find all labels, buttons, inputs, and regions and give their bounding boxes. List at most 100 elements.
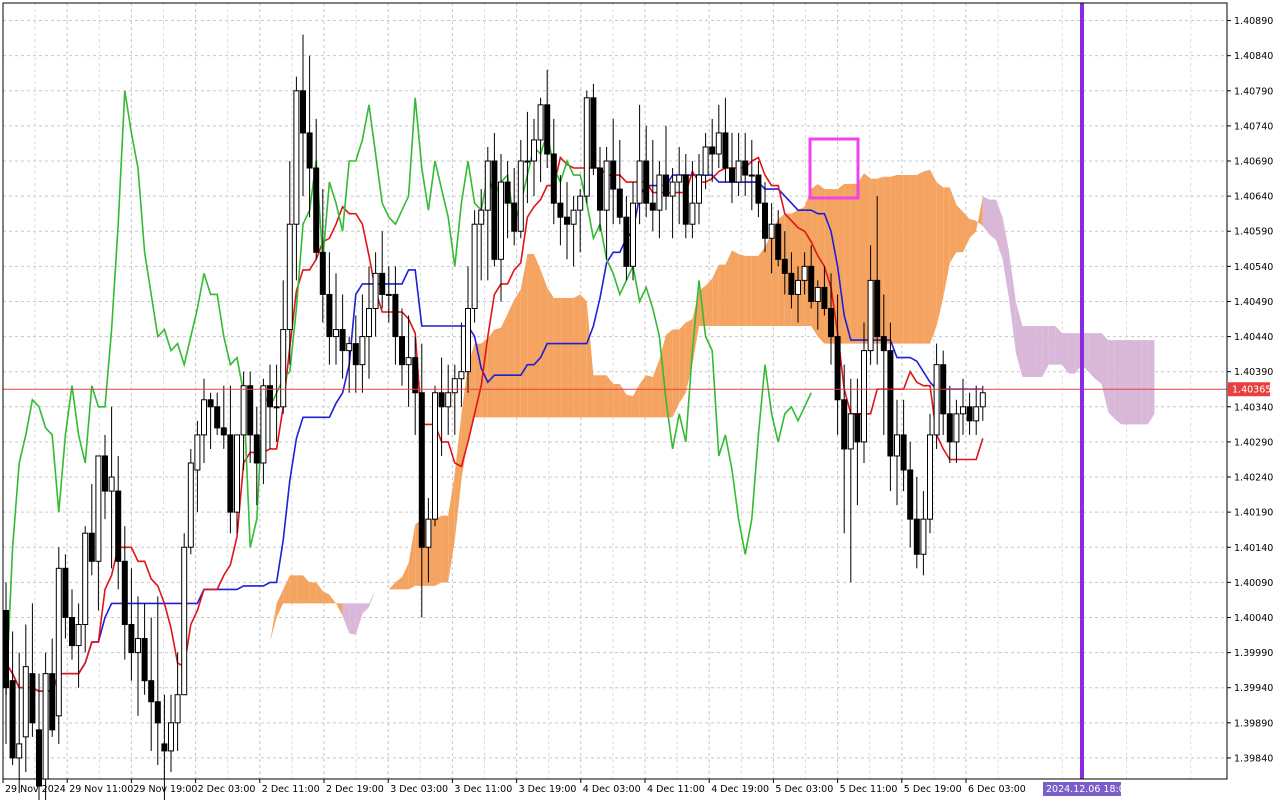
candle-body <box>385 293 392 296</box>
candle-body <box>814 286 821 302</box>
candle-body <box>498 181 504 260</box>
y-tick-label: 1.40040 <box>1234 613 1273 624</box>
candle-body <box>755 174 762 204</box>
y-tick-label: 1.40190 <box>1234 508 1273 519</box>
candle-body <box>62 567 69 618</box>
candle-body <box>3 609 9 689</box>
candle-body <box>583 97 590 197</box>
y-tick-label: 1.40390 <box>1234 367 1273 378</box>
cloud-segment <box>289 575 297 604</box>
candle-body <box>260 385 267 464</box>
y-tick-label: 1.40740 <box>1234 121 1273 132</box>
candle-body <box>927 434 933 520</box>
candle-body <box>841 399 848 450</box>
cloud-segment <box>527 254 534 418</box>
candle-body <box>808 265 815 302</box>
candle-body <box>531 139 537 162</box>
cloud-segment <box>916 171 924 344</box>
cloud-segment <box>837 183 845 344</box>
candle-body <box>359 336 366 366</box>
candle-body <box>346 343 353 352</box>
candle-body <box>550 153 557 204</box>
candle-body <box>36 729 42 787</box>
candle-body <box>22 666 29 738</box>
candle-body <box>570 209 577 225</box>
cloud-segment <box>956 204 963 253</box>
cloud-segment <box>560 297 567 418</box>
candle-body <box>201 399 207 436</box>
candle-body <box>768 223 775 239</box>
candle-body <box>597 167 603 211</box>
cloud-segment <box>890 175 897 344</box>
x-tick-label: 3 Dec 19:00 <box>519 784 577 795</box>
x-tick-label: 2 Dec 19:00 <box>326 784 384 795</box>
cloud-segment <box>850 183 858 344</box>
candle-body <box>636 160 643 204</box>
candle-body <box>484 160 491 211</box>
candle-body <box>729 167 735 183</box>
y-tick-label: 1.39940 <box>1234 683 1273 694</box>
candle-body <box>742 160 749 176</box>
price-axis: 1.40890 1.40840 1.40790 1.40740 1.40690 1.406… <box>1227 16 1273 764</box>
candle-body <box>663 174 669 197</box>
candle-body <box>696 174 702 204</box>
candle-body <box>168 722 174 752</box>
candle-body <box>616 188 623 218</box>
x-tick-label: 6 Dec 03:00 <box>968 784 1026 795</box>
candle-body <box>973 406 980 422</box>
cloud-segment <box>349 603 356 636</box>
candle-body <box>451 378 458 394</box>
candle-body <box>735 160 742 183</box>
cloud-segment <box>494 327 501 418</box>
x-tick-label: 2 Dec 03:00 <box>198 784 256 795</box>
candle-body <box>247 385 254 436</box>
candle-body <box>95 455 102 562</box>
x-tick-label: 3 Dec 03:00 <box>390 784 448 795</box>
x-tick-label: 29 Nov 11:00 <box>69 784 133 795</box>
cloud-segment <box>811 183 818 337</box>
candle-body <box>537 104 544 141</box>
candle-body <box>623 216 630 267</box>
cloud-segment <box>745 255 752 327</box>
candle-body <box>610 160 617 190</box>
candle-body <box>894 434 900 457</box>
candle-body <box>141 638 148 682</box>
candle-body <box>913 518 920 555</box>
candle-body <box>874 279 881 338</box>
cloud-segment <box>501 313 508 418</box>
cloud-segment <box>435 515 442 586</box>
candle-body <box>669 181 676 197</box>
candle-body <box>458 371 465 380</box>
candle-body <box>174 694 181 724</box>
candle-body <box>16 743 23 759</box>
candle-body <box>82 532 89 626</box>
candle-body <box>227 434 234 513</box>
cloud-segment <box>600 375 607 418</box>
candle-body <box>788 272 795 295</box>
cloud-segment <box>534 254 541 418</box>
cloud-segment <box>1048 326 1056 365</box>
cloud-segment <box>1068 333 1076 374</box>
cloud-segment <box>593 375 600 418</box>
candle-body <box>379 272 386 295</box>
cloud-segment <box>751 255 759 327</box>
candle-body <box>946 413 953 443</box>
cloud-segment <box>910 175 917 344</box>
y-tick-label: 1.40540 <box>1234 262 1273 273</box>
candle-body <box>135 638 141 654</box>
cloud-segment <box>309 582 317 604</box>
candle-body <box>240 385 247 436</box>
candle-body <box>775 223 782 260</box>
candle-body <box>121 560 128 626</box>
cloud-segment <box>553 297 561 418</box>
candlestick-chart[interactable]: 1.40890 1.40840 1.40790 1.40740 1.40690 1.406… <box>0 0 1280 801</box>
candle-body <box>313 167 320 253</box>
y-tick-label: 1.40140 <box>1234 543 1273 554</box>
candle-body <box>801 265 808 281</box>
candle-body <box>234 434 240 513</box>
cloud-segment <box>1147 340 1155 425</box>
candle-body <box>590 97 597 169</box>
candle-body <box>966 406 973 422</box>
candle-body <box>207 399 214 408</box>
candle-body <box>465 307 471 373</box>
